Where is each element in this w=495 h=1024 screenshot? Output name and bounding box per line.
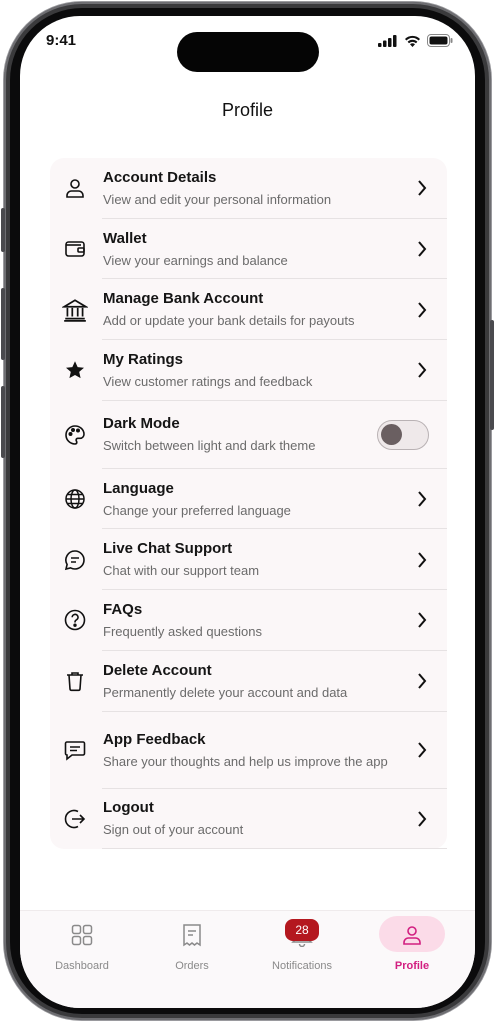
- menu-item-title: Manage Bank Account: [103, 290, 264, 308]
- menu-item-subtitle: Change your preferred language: [103, 502, 291, 518]
- receipt-icon: [183, 924, 201, 947]
- menu-item-subtitle: Permanently delete your account and data: [103, 684, 348, 700]
- status-time: 9:41: [46, 32, 77, 49]
- menu-item-subtitle: Sign out of your account: [103, 822, 244, 838]
- menu-item-logout[interactable]: Logout Sign out of your account: [50, 789, 447, 850]
- menu-item-title: App Feedback: [103, 730, 206, 748]
- menu-item-faqs[interactable]: FAQs Frequently asked questions: [50, 590, 447, 651]
- globe-icon: [65, 489, 85, 509]
- chevron-right-icon: [418, 491, 427, 507]
- menu-item-title: Logout: [103, 799, 154, 817]
- tab-label: Dashboard: [55, 960, 109, 972]
- question-icon: [64, 610, 86, 631]
- menu-item-title: Dark Mode: [103, 415, 180, 433]
- menu-item-subtitle: Switch between light and dark theme: [103, 438, 316, 454]
- volume-down-button: [1, 386, 5, 458]
- feedback-icon: [64, 741, 86, 761]
- notification-badge: 28: [285, 919, 319, 941]
- menu-item-language[interactable]: Language Change your preferred language: [50, 469, 447, 530]
- grid-icon: [71, 924, 93, 946]
- bank-icon: [62, 298, 88, 322]
- menu-item-subtitle: Frequently asked questions: [103, 623, 262, 639]
- status-bar: 9:41: [20, 16, 475, 72]
- menu-item-title: Live Chat Support: [103, 540, 233, 558]
- menu-item-title: Wallet: [103, 229, 147, 247]
- chevron-right-icon: [418, 673, 427, 689]
- chevron-right-icon: [418, 241, 427, 257]
- menu-item-subtitle: Chat with our support team: [103, 563, 260, 579]
- dynamic-island: [177, 32, 319, 72]
- chevron-right-icon: [418, 552, 427, 568]
- menu-item-my-ratings[interactable]: My Ratings View customer ratings and feed…: [50, 340, 447, 401]
- menu-item-subtitle: Share your thoughts and help us improve …: [103, 753, 388, 769]
- profile-icon: [403, 926, 421, 945]
- chat-icon: [64, 549, 85, 570]
- menu-item-title: Language: [103, 479, 174, 497]
- user-icon: [66, 179, 84, 199]
- page-title: Profile: [221, 100, 274, 120]
- toggle-knob: [381, 423, 402, 445]
- wallet-icon: [65, 241, 85, 257]
- screen: 9:41 Profile Account Details View and ed…: [20, 16, 475, 1008]
- volume-up-button: [1, 288, 5, 360]
- menu-item-title: Delete Account: [103, 661, 212, 679]
- bottom-tab-bar: Dashboard Orders 28 Notifications Profil…: [20, 910, 475, 1008]
- settings-list: Account Details View and edit your person…: [50, 158, 447, 850]
- menu-item-title: Account Details: [103, 168, 217, 186]
- menu-item-account-details[interactable]: Account Details View and edit your person…: [50, 158, 447, 219]
- menu-item-wallet[interactable]: Wallet View your earnings and balance: [50, 219, 447, 280]
- menu-item-delete-account[interactable]: Delete Account Permanently delete your ac…: [50, 651, 447, 712]
- tab-label: Notifications: [272, 960, 332, 972]
- dark-mode-toggle[interactable]: [377, 419, 429, 450]
- menu-item-subtitle: View and edit your personal information: [103, 191, 332, 207]
- cellular-signal-icon: [378, 34, 397, 47]
- chevron-right-icon: [418, 302, 427, 318]
- tab-label: Profile: [394, 960, 430, 972]
- menu-item-subtitle: View your earnings and balance: [103, 252, 288, 268]
- chevron-right-icon: [418, 612, 427, 629]
- chevron-right-icon: [418, 811, 427, 827]
- menu-item-dark-mode: Dark Mode Switch between light and dark t…: [50, 401, 447, 469]
- tab-dashboard[interactable]: Dashboard: [27, 911, 137, 981]
- menu-item-subtitle: Add or update your bank details for payo…: [103, 313, 355, 329]
- chevron-right-icon: [418, 180, 427, 196]
- wifi-icon: [405, 35, 420, 47]
- chevron-right-icon: [418, 742, 427, 758]
- tab-orders[interactable]: Orders: [137, 911, 247, 981]
- silent-switch: [1, 208, 5, 252]
- menu-item-title: My Ratings: [103, 350, 184, 368]
- tab-profile[interactable]: Profile: [357, 911, 467, 981]
- trash-icon: [67, 672, 83, 692]
- status-icons: [378, 34, 453, 47]
- menu-item-live-chat-support[interactable]: Live Chat Support Chat with our support t…: [50, 529, 447, 590]
- menu-item-title: FAQs: [103, 600, 143, 618]
- menu-item-manage-bank-account[interactable]: Manage Bank Account Add or update your ba…: [50, 279, 447, 340]
- menu-item-app-feedback[interactable]: App Feedback Share your thoughts and help…: [50, 712, 447, 789]
- menu-item-subtitle: View customer ratings and feedback: [103, 373, 313, 389]
- star-icon: [66, 361, 84, 379]
- logout-icon: [64, 809, 86, 829]
- tab-notifications[interactable]: 28 Notifications: [247, 911, 357, 981]
- tab-label: Orders: [175, 960, 209, 972]
- battery-icon: [427, 34, 453, 47]
- power-button: [490, 320, 494, 430]
- chevron-right-icon: [418, 362, 427, 379]
- palette-icon: [65, 424, 85, 445]
